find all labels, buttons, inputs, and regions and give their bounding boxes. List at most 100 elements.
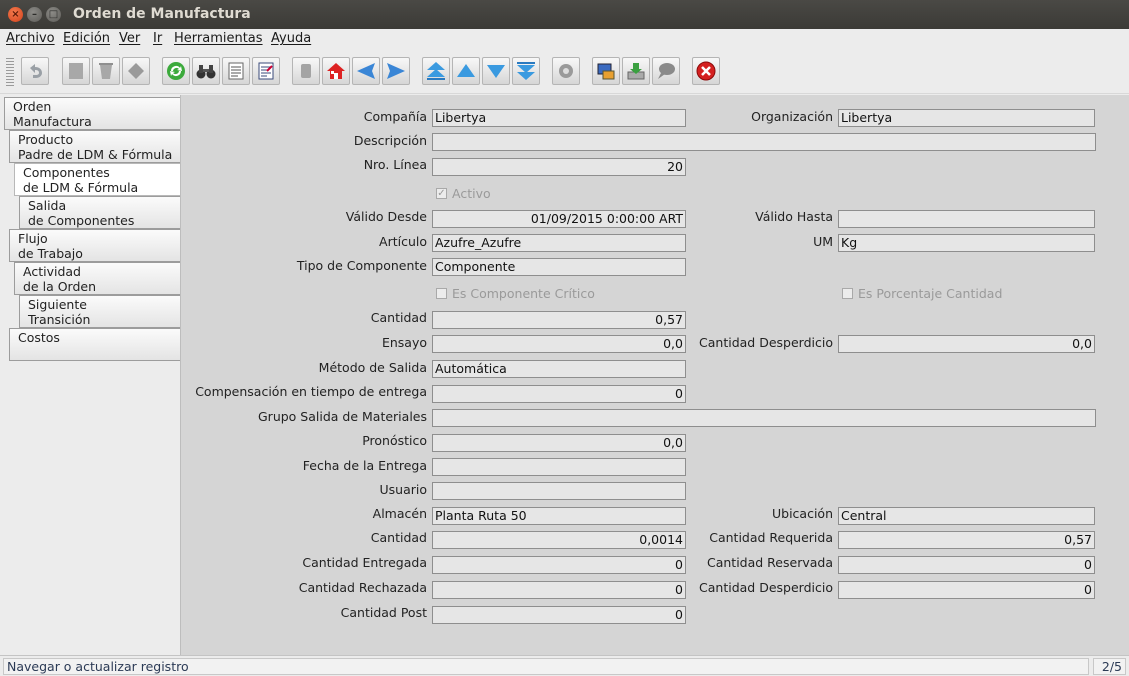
record-counter[interactable]: 2/5 bbox=[1093, 658, 1126, 675]
new-record-icon bbox=[69, 63, 83, 79]
tab-label-line1: Componentes bbox=[23, 165, 110, 180]
close-window-button[interactable] bbox=[692, 57, 720, 85]
tab-componentes[interactable]: Componentes de LDM & Fórmula bbox=[14, 163, 180, 196]
window-minimize-button[interactable]: – bbox=[27, 7, 42, 22]
cantidad-stock-label: Cantidad bbox=[370, 530, 427, 545]
undo-icon bbox=[30, 64, 42, 78]
first-record-icon bbox=[427, 62, 445, 80]
tab-actividad-orden[interactable]: Actividad de la Orden bbox=[14, 262, 180, 295]
menu-edicion[interactable]: Edición bbox=[63, 31, 110, 46]
previous-record-button[interactable] bbox=[452, 57, 480, 85]
valido-desde-label: Válido Desde bbox=[345, 209, 427, 224]
new-record-button[interactable] bbox=[62, 57, 90, 85]
next-tab-button[interactable] bbox=[382, 57, 410, 85]
cantidad-entregada-field[interactable]: 0 bbox=[432, 556, 686, 574]
menu-archivo[interactable]: Archivo bbox=[6, 31, 55, 46]
last-record-icon bbox=[517, 62, 535, 80]
checkbox-box bbox=[436, 288, 447, 299]
undo-button[interactable] bbox=[21, 57, 49, 85]
delete-selection-button[interactable] bbox=[122, 57, 150, 85]
refresh-icon bbox=[167, 62, 185, 80]
tab-producto-padre[interactable]: Producto Padre de LDM & Fórmula bbox=[9, 130, 180, 163]
es-componente-critico-checkbox[interactable]: Es Componente Crítico bbox=[436, 286, 595, 301]
attachment-icon bbox=[301, 64, 311, 78]
cantidad-reservada-label: Cantidad Reservada bbox=[707, 555, 833, 570]
history-button[interactable] bbox=[252, 57, 280, 85]
menu-ir[interactable]: Ir bbox=[153, 31, 162, 46]
tipo-componente-field[interactable]: Componente bbox=[432, 258, 686, 276]
home-button[interactable] bbox=[322, 57, 350, 85]
cantidad-field[interactable]: 0,57 bbox=[432, 311, 686, 329]
toolbar-grip[interactable] bbox=[6, 58, 14, 86]
compensacion-field[interactable]: 0 bbox=[432, 385, 686, 403]
first-record-button[interactable] bbox=[422, 57, 450, 85]
cantidad-stock-field[interactable]: 0,0014 bbox=[432, 531, 686, 549]
chat-button[interactable] bbox=[652, 57, 680, 85]
archive-button[interactable] bbox=[622, 57, 650, 85]
fecha-entrega-field[interactable] bbox=[432, 458, 686, 476]
attachment-button[interactable] bbox=[292, 57, 320, 85]
tab-siguiente-transicion[interactable]: Siguiente Transición bbox=[19, 295, 180, 328]
menu-herramientas[interactable]: Herramientas bbox=[174, 31, 263, 46]
workflow-button[interactable] bbox=[552, 57, 580, 85]
menu-ver[interactable]: Ver bbox=[119, 31, 140, 46]
last-record-button[interactable] bbox=[512, 57, 540, 85]
grupo-salida-field[interactable] bbox=[432, 409, 1096, 427]
activo-checkbox[interactable]: ✓ Activo bbox=[436, 186, 491, 201]
zoom-across-button[interactable] bbox=[592, 57, 620, 85]
window-maximize-button[interactable]: □ bbox=[46, 7, 61, 22]
almacen-label: Almacén bbox=[372, 506, 427, 521]
pronostico-field[interactable]: 0,0 bbox=[432, 434, 686, 452]
cantidad-rechazada-field[interactable]: 0 bbox=[432, 581, 686, 599]
um-label: UM bbox=[813, 234, 833, 249]
um-field[interactable]: Kg bbox=[838, 234, 1095, 252]
ubicacion-label: Ubicación bbox=[771, 506, 833, 521]
next-record-button[interactable] bbox=[482, 57, 510, 85]
cantidad-requerida-label: Cantidad Requerida bbox=[709, 530, 833, 545]
tab-orden-manufactura[interactable]: Orden Manufactura bbox=[4, 97, 180, 130]
almacen-field[interactable]: Planta Ruta 50 bbox=[432, 507, 686, 525]
tab-label-line2: de Componentes bbox=[28, 213, 135, 228]
tab-label-line2: de LDM & Fórmula bbox=[23, 180, 139, 195]
cantidad-requerida-field[interactable]: 0,57 bbox=[838, 531, 1095, 549]
nro-linea-field[interactable]: 20 bbox=[432, 158, 686, 176]
organizacion-label: Organización bbox=[751, 109, 833, 124]
ensayo-field[interactable]: 0,0 bbox=[432, 335, 686, 353]
valido-desde-field[interactable]: 01/09/2015 0:00:00 ART bbox=[432, 210, 686, 228]
tab-costos[interactable]: Costos bbox=[9, 328, 180, 361]
compania-field[interactable]: Libertya bbox=[432, 109, 686, 127]
valido-hasta-label: Válido Hasta bbox=[755, 209, 833, 224]
tab-flujo-trabajo[interactable]: Flujo de Trabajo bbox=[9, 229, 180, 262]
articulo-field[interactable]: Azufre_Azufre bbox=[432, 234, 686, 252]
cantidad-desperdicio-field[interactable]: 0,0 bbox=[838, 335, 1095, 353]
metodo-salida-field[interactable]: Automática bbox=[432, 360, 686, 378]
ensayo-label: Ensayo bbox=[381, 335, 427, 350]
window-close-button[interactable]: × bbox=[8, 7, 23, 22]
ubicacion-field[interactable]: Central bbox=[838, 507, 1095, 525]
grupo-salida-label: Grupo Salida de Materiales bbox=[258, 409, 427, 424]
tab-label-line2: de la Orden bbox=[23, 279, 97, 294]
tab-label-line2: Padre de LDM & Fórmula bbox=[18, 147, 173, 162]
es-porcentaje-cantidad-checkbox[interactable]: Es Porcentaje Cantidad bbox=[842, 286, 1002, 301]
menu-ayuda[interactable]: Ayuda bbox=[271, 31, 311, 46]
cantidad-reservada-field[interactable]: 0 bbox=[838, 556, 1095, 574]
report-icon bbox=[228, 62, 244, 80]
tab-salida-componentes[interactable]: Salida de Componentes bbox=[19, 196, 180, 229]
check-icon: ✓ bbox=[436, 188, 447, 199]
usuario-label: Usuario bbox=[379, 482, 427, 497]
cantidad-desperdicio-label: Cantidad Desperdicio bbox=[699, 335, 833, 350]
cantidad-desperdicio2-field[interactable]: 0 bbox=[838, 581, 1095, 599]
report-button[interactable] bbox=[222, 57, 250, 85]
metodo-salida-label: Método de Salida bbox=[318, 360, 427, 375]
tab-label-line2: Transición bbox=[28, 312, 91, 327]
valido-hasta-field[interactable] bbox=[838, 210, 1095, 228]
organizacion-field[interactable]: Libertya bbox=[838, 109, 1095, 127]
refresh-button[interactable] bbox=[162, 57, 190, 85]
toolbar bbox=[0, 50, 1129, 94]
delete-button[interactable] bbox=[92, 57, 120, 85]
usuario-field[interactable] bbox=[432, 482, 686, 500]
descripcion-field[interactable] bbox=[432, 133, 1096, 151]
find-button[interactable] bbox=[192, 57, 220, 85]
previous-tab-button[interactable] bbox=[352, 57, 380, 85]
cantidad-post-field[interactable]: 0 bbox=[432, 606, 686, 624]
